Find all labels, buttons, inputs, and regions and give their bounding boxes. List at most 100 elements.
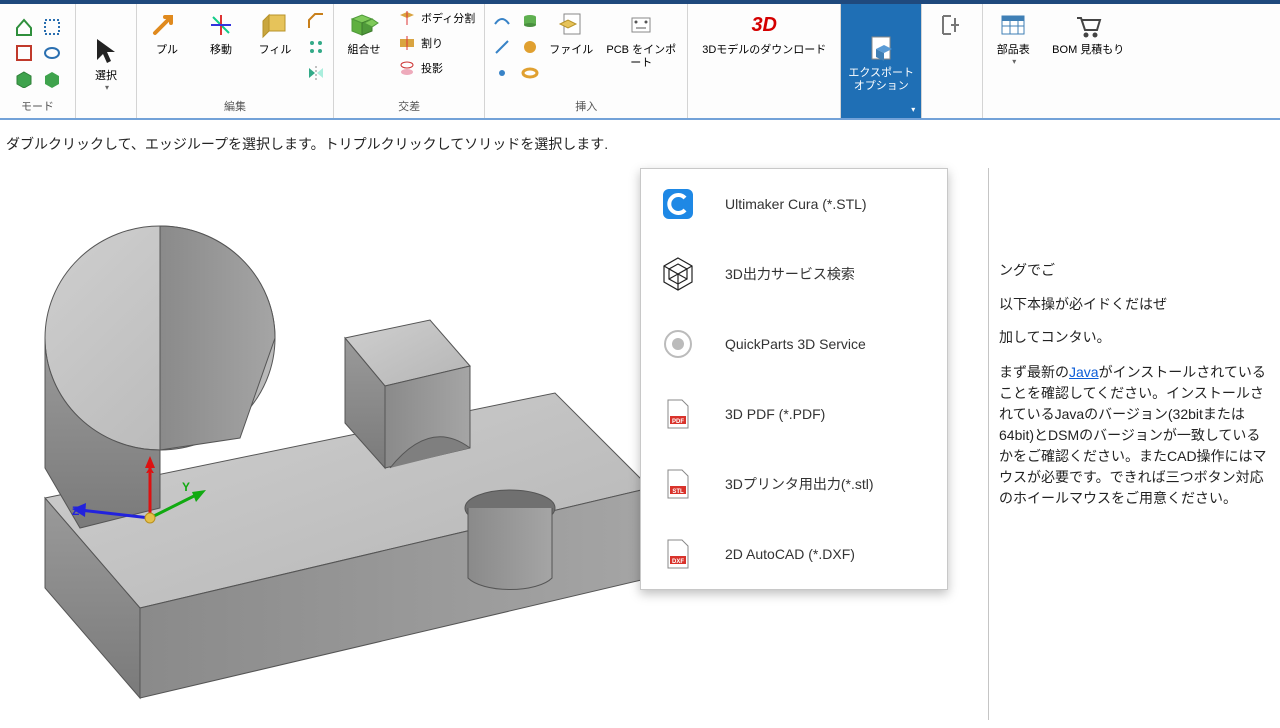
quickparts-icon <box>659 325 697 363</box>
insert-small-1 <box>491 6 513 84</box>
chevron-down-icon: ▾ <box>1012 57 1016 66</box>
body-split-button[interactable]: ボディ分割 <box>394 6 478 30</box>
ribbon-group-export: エクスポートオプション ▾ <box>841 4 922 118</box>
pull-arrow-icon <box>150 8 184 42</box>
svg-text:DXF: DXF <box>672 559 684 565</box>
export-item-3d-service[interactable]: 3D出力サービス検索 <box>641 239 947 309</box>
combine-button[interactable]: 組合せ <box>340 6 388 57</box>
svg-text:PDF: PDF <box>672 419 684 425</box>
help-paragraph: 以下本操が必イドくだはぜ <box>999 291 1274 317</box>
insert-small-2 <box>519 6 541 84</box>
cart-icon <box>1071 8 1105 42</box>
chamfer-icon[interactable] <box>305 10 327 32</box>
help-paragraph: 加してコンタい。 <box>999 327 1274 348</box>
projection-icon <box>397 58 417 78</box>
plan-view-icon[interactable] <box>13 42 35 64</box>
axis-gizmo: X Y Z <box>120 458 240 578</box>
hint-text: ダブルクリックして、エッジループを選択します。トリプルクリックしてソリッドを選択… <box>6 136 608 152</box>
split-button[interactable]: 割り <box>394 31 478 55</box>
mode-small-tools <box>13 12 35 90</box>
help-side-panel: ングでご 以下本操が必イドくだはぜ 加してコンタい。 まず最新のJavaがインス… <box>988 168 1280 720</box>
ribbon-group-download: 3D 3Dモデルのダウンロード <box>688 4 841 118</box>
cura-icon <box>659 185 697 223</box>
export-item-3dpdf[interactable]: PDF 3D PDF (*.PDF) <box>641 379 947 449</box>
pcb-icon <box>624 8 658 42</box>
point-icon[interactable] <box>491 62 513 84</box>
combine-cubes-icon <box>347 8 381 42</box>
ribbon-group-edit: プル 移動 フィル 編集 <box>137 4 334 118</box>
cylinder-icon[interactable] <box>519 10 541 32</box>
caliper-icon <box>935 8 969 42</box>
model-3d: X Y Z <box>10 208 710 728</box>
lattice-sphere-icon <box>659 255 697 293</box>
bom-table-button[interactable]: 部品表 ▾ <box>989 6 1037 66</box>
dxf-file-icon: DXF <box>659 535 697 573</box>
select-solid-icon[interactable] <box>41 68 63 90</box>
ribbon-group-label: モード <box>6 96 69 118</box>
torus-icon[interactable] <box>519 62 541 84</box>
axis-label-z: Z <box>72 504 79 518</box>
hint-bar: ダブルクリックして、エッジループを選択します。トリプルクリックしてソリッドを選択… <box>0 120 1280 168</box>
axis-label-y: Y <box>182 480 190 494</box>
main-area: X Y Z Ultimaker Cura (*.STL) 3D出力サービス検索 … <box>0 168 1280 720</box>
viewport-3d[interactable]: X Y Z Ultimaker Cura (*.STL) 3D出力サービス検索 … <box>0 168 988 720</box>
ribbon-group-select: 選択 ▾ <box>76 4 137 118</box>
ribbon: モード 選択 ▾ プル 移動 フィル <box>0 4 1280 120</box>
pattern-icon[interactable] <box>305 36 327 58</box>
insert-file-button[interactable]: ファイル <box>547 6 595 57</box>
ribbon-group-insert: ファイル PCB をインポート 挿入 <box>485 4 688 118</box>
select-tool-label: 選択 <box>95 70 117 83</box>
export-item-label: QuickParts 3D Service <box>725 336 866 352</box>
home-view-icon[interactable] <box>13 16 35 38</box>
body-split-icon <box>397 8 417 28</box>
select-tool-button[interactable]: 選択 ▾ <box>82 6 130 118</box>
export-item-quickparts[interactable]: QuickParts 3D Service <box>641 309 947 379</box>
select-lasso-icon[interactable] <box>41 42 63 64</box>
export-options-button[interactable]: エクスポートオプション ▾ <box>841 4 921 118</box>
table-icon <box>996 8 1030 42</box>
export-item-cura[interactable]: Ultimaker Cura (*.STL) <box>641 169 947 239</box>
select-box-icon[interactable] <box>41 16 63 38</box>
pcb-import-button[interactable]: PCB をインポート <box>601 6 681 70</box>
export-options-menu: Ultimaker Cura (*.STL) 3D出力サービス検索 QuickP… <box>640 168 948 590</box>
adjust-button[interactable] <box>928 6 976 57</box>
mirror-icon[interactable] <box>305 62 327 84</box>
projection-button[interactable]: 投影 <box>394 56 478 80</box>
split-icon <box>397 33 417 53</box>
edit-small-tools <box>305 6 327 84</box>
sphere-icon[interactable] <box>519 36 541 58</box>
export-item-label: 3Dプリンタ用出力(*.stl) <box>725 474 874 494</box>
three-d-icon: 3D <box>747 8 781 42</box>
export-item-stl[interactable]: STL 3Dプリンタ用出力(*.stl) <box>641 449 947 519</box>
mode-small-tools-2 <box>41 12 63 90</box>
move-axes-icon <box>204 8 238 42</box>
export-cube-icon <box>864 31 898 65</box>
download-3d-button[interactable]: 3D 3Dモデルのダウンロード <box>694 6 834 57</box>
fill-tool-button[interactable]: フィル <box>251 6 299 57</box>
pdf-file-icon: PDF <box>659 395 697 433</box>
chevron-down-icon: ▾ <box>105 83 109 92</box>
export-item-label: 3D PDF (*.PDF) <box>725 406 825 422</box>
ribbon-group-mode: モード <box>0 4 76 118</box>
stl-file-icon: STL <box>659 465 697 503</box>
cursor-icon <box>89 34 123 68</box>
chevron-down-icon: ▾ <box>911 105 915 114</box>
export-item-label: Ultimaker Cura (*.STL) <box>725 196 867 212</box>
pull-tool-button[interactable]: プル <box>143 6 191 57</box>
bom-quote-button[interactable]: BOM 見積もり <box>1043 6 1133 57</box>
cross-mini-col: ボディ分割 割り 投影 <box>394 6 478 80</box>
ribbon-group-bom: 部品表 ▾ BOM 見積もり 注文 <box>983 4 1139 118</box>
fill-cube-icon <box>258 8 292 42</box>
export-item-label: 2D AutoCAD (*.DXF) <box>725 546 855 562</box>
java-link[interactable]: Java <box>1069 364 1099 380</box>
ribbon-group-adjust: x <box>922 4 983 118</box>
export-item-label: 3D出力サービス検索 <box>725 264 855 284</box>
axis-icon[interactable] <box>491 36 513 58</box>
file-import-icon <box>554 8 588 42</box>
iso-view-icon[interactable] <box>13 68 35 90</box>
help-paragraph: ングでご <box>999 260 1274 281</box>
export-item-dxf[interactable]: DXF 2D AutoCAD (*.DXF) <box>641 519 947 589</box>
help-paragraph: まず最新のJavaがインストールされていることを確認してください。インストールさ… <box>999 362 1274 509</box>
move-tool-button[interactable]: 移動 <box>197 6 245 57</box>
plane-icon[interactable] <box>491 10 513 32</box>
